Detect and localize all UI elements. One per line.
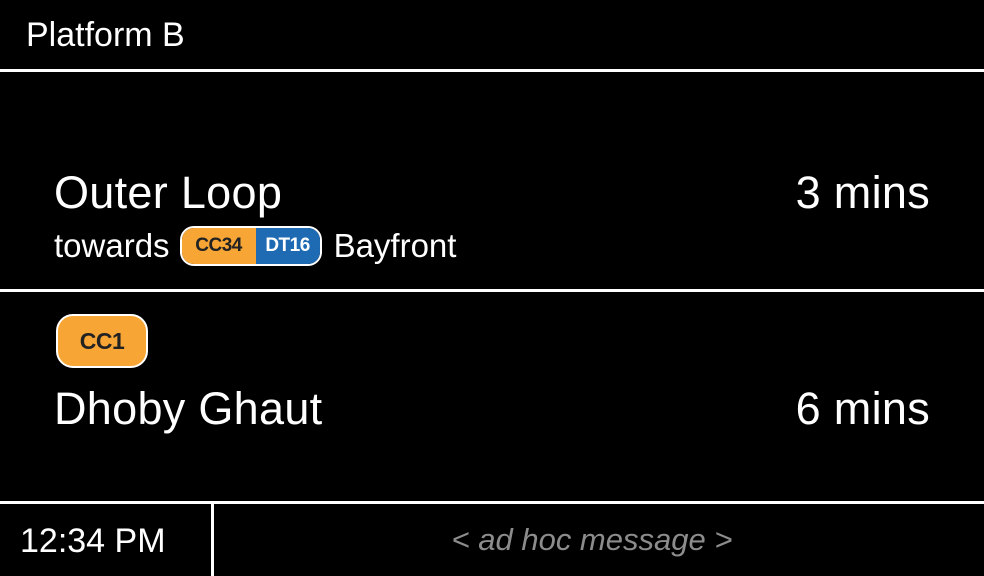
circle-line-code: CC34 <box>181 228 256 264</box>
destination-name: Outer Loop <box>54 167 283 218</box>
ad-hoc-message: < ad hoc message > <box>451 522 733 557</box>
arrival-time: 6 mins <box>795 383 930 434</box>
platform-label: Platform B <box>26 16 185 54</box>
towards-row: towards CC34 DT16 Bayfront <box>54 224 456 268</box>
interchange-station-code-badge: CC34 DT16 <box>179 226 322 266</box>
platform-header: Platform B <box>0 0 984 72</box>
departure-row-1: Outer Loop 3 mins towards CC34 DT16 Bayf… <box>0 72 984 292</box>
arrival-time: 3 mins <box>795 167 930 218</box>
towards-label: towards <box>54 227 170 264</box>
clock-cell: 12:34 PM <box>0 504 214 576</box>
towards-station-name: Bayfront <box>333 227 457 264</box>
clock: 12:34 PM <box>20 522 166 560</box>
station-code-badge: CC1 <box>56 314 148 368</box>
footer-bar: 12:34 PM < ad hoc message > <box>0 504 984 576</box>
destination-name: Dhoby Ghaut <box>54 383 323 434</box>
departure-row-2: CC1 Dhoby Ghaut 6 mins <box>0 292 984 504</box>
message-cell: < ad hoc message > <box>214 504 984 576</box>
downtown-line-code: DT16 <box>255 228 320 264</box>
